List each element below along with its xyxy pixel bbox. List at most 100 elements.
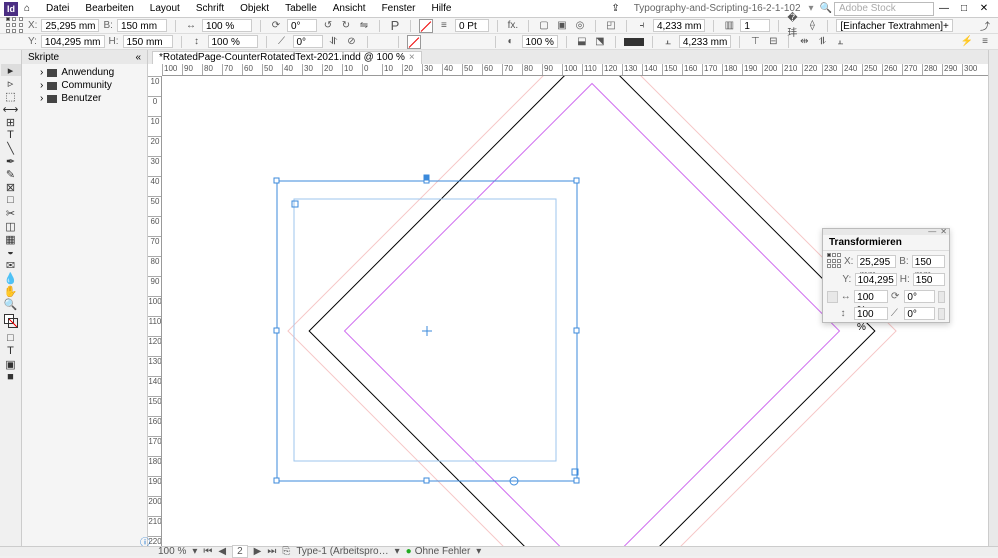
first-page-icon[interactable]: ⏮ xyxy=(203,546,212,557)
gradient-tool[interactable]: ▦ xyxy=(1,233,21,245)
menu-ansicht[interactable]: Ansicht xyxy=(325,3,374,14)
shear-input[interactable]: 0° xyxy=(293,35,323,48)
menu-schrift[interactable]: Schrift xyxy=(188,3,232,14)
h-input[interactable]: 150 mm xyxy=(123,35,173,48)
last-page-icon[interactable]: ⏭ xyxy=(267,546,276,557)
scale-x-input[interactable]: 100 % xyxy=(202,19,252,32)
panel-menu-icon[interactable]: ≡ xyxy=(978,35,992,49)
share-panel-icon[interactable]: ⤴ xyxy=(978,19,992,33)
col-gap-input[interactable]: 4,233 mm xyxy=(679,35,731,48)
hand-tool[interactable]: ✋ xyxy=(1,285,21,297)
menu-tabelle[interactable]: Tabelle xyxy=(277,3,325,14)
page-tool[interactable]: ⬚ xyxy=(1,90,21,102)
minimize-button[interactable]: — xyxy=(938,3,950,14)
tsx-input[interactable]: 100 % xyxy=(854,290,888,303)
w-input[interactable]: 150 mm xyxy=(117,19,167,32)
next-page-icon[interactable]: ▶ xyxy=(254,546,262,557)
zoom-level[interactable]: 100 % xyxy=(158,546,186,557)
right-panel-strip[interactable] xyxy=(988,50,998,546)
align-left-icon[interactable]: �玤 xyxy=(787,19,801,33)
direct-selection-tool[interactable]: ▹ xyxy=(1,77,21,89)
shear-stepper[interactable] xyxy=(938,308,945,320)
tw-input[interactable]: 150 mm xyxy=(912,255,945,268)
th-input[interactable]: 150 mm xyxy=(913,273,945,286)
wrap-jump-icon[interactable]: ⬓ xyxy=(575,35,589,49)
panel-minimize-icon[interactable]: — xyxy=(928,229,936,235)
wrap-nextcol-icon[interactable]: ⬔ xyxy=(593,35,607,49)
line-tool[interactable]: ╲ xyxy=(1,142,21,154)
type-tool[interactable]: T xyxy=(1,129,21,141)
flip-v-icon[interactable]: ⥯ xyxy=(327,35,341,49)
preflight-chevron-icon[interactable]: ▾ xyxy=(395,546,400,557)
stroke-weight-input[interactable]: 0 Pt xyxy=(455,19,489,32)
workspace-chevron-icon[interactable]: ▾ xyxy=(809,3,814,14)
format-container-icon[interactable]: T xyxy=(1,345,21,357)
dist-h-icon[interactable]: ⇹ xyxy=(797,35,811,49)
note-tool[interactable]: ✉ xyxy=(1,259,21,271)
menu-datei[interactable]: Datei xyxy=(38,3,77,14)
gutter-input[interactable]: 4,233 mm xyxy=(653,19,705,32)
zoom-tool[interactable]: 🔍 xyxy=(1,298,21,310)
rotate-input[interactable]: 0° xyxy=(287,19,317,32)
constrain-scale-icon[interactable] xyxy=(827,291,838,303)
prev-page-icon[interactable]: ◀ xyxy=(218,546,226,557)
workspace-name[interactable]: Typography-and-Scripting-16-2-1-102 xyxy=(626,3,809,14)
selection-tool[interactable]: ▸ xyxy=(1,64,21,76)
normal-view-icon[interactable]: ▣ xyxy=(1,358,21,370)
page-number-input[interactable]: 2 xyxy=(232,545,248,558)
menu-hilfe[interactable]: Hilfe xyxy=(423,3,459,14)
script-folder-anwendung[interactable]: ›Anwendung xyxy=(22,66,147,79)
fill-swatch[interactable] xyxy=(419,19,433,33)
preflight-profile[interactable]: Type-1 (Arbeitspro… xyxy=(296,546,388,557)
flip-h-icon[interactable]: ⇋ xyxy=(357,19,371,33)
tx-input[interactable]: 25,295 mm xyxy=(857,255,897,268)
corner-icon[interactable]: ◰ xyxy=(604,19,618,33)
scissors-tool[interactable]: ✂ xyxy=(1,207,21,219)
open-icon[interactable]: ⎘ xyxy=(282,546,290,557)
preflight-status[interactable]: Ohne Fehler xyxy=(406,546,471,557)
rectangle-frame-tool[interactable]: ⊠ xyxy=(1,181,21,193)
valign-top-icon[interactable]: ⊤ xyxy=(748,35,762,49)
script-folder-benutzer[interactable]: ›Benutzer xyxy=(22,92,147,105)
close-tab-icon[interactable]: × xyxy=(409,52,415,63)
script-folder-community[interactable]: ›Community xyxy=(22,79,147,92)
tshear-input[interactable]: 0° xyxy=(904,307,934,320)
rotate-cw-icon[interactable]: ↻ xyxy=(339,19,353,33)
wrap-bbox-icon[interactable]: ▣ xyxy=(555,19,569,33)
align-center-icon[interactable]: ⟠ xyxy=(805,19,819,33)
x-input[interactable]: 25,295 mm xyxy=(41,19,99,32)
wrap-none-icon[interactable]: ▢ xyxy=(537,19,551,33)
eyedropper-tool[interactable]: 💧 xyxy=(1,272,21,284)
ty-input[interactable]: 104,295 mm xyxy=(855,273,897,286)
preview-icon[interactable]: ■ xyxy=(1,371,21,383)
apply-color-icon[interactable]: □ xyxy=(1,332,21,344)
home-icon[interactable]: ⌂ xyxy=(24,3,30,14)
menu-objekt[interactable]: Objekt xyxy=(232,3,277,14)
maximize-button[interactable]: □ xyxy=(958,3,970,14)
gradient-feather-tool[interactable]: ◒ xyxy=(1,246,21,258)
content-collector-tool[interactable]: ⊞ xyxy=(1,116,21,128)
rectangle-tool[interactable]: □ xyxy=(1,194,21,206)
pencil-tool[interactable]: ✎ xyxy=(1,168,21,180)
scale-y-input[interactable]: 100 % xyxy=(208,35,258,48)
quick-apply-icon[interactable]: ⚡ xyxy=(960,35,974,49)
reference-point[interactable] xyxy=(6,17,24,35)
y-input[interactable]: 104,295 mm xyxy=(41,35,105,48)
wrap-shape-icon[interactable]: ◎ xyxy=(573,19,587,33)
transform-panel[interactable]: —✕ Transformieren X:25,295 mm B:150 mm Y… xyxy=(822,228,950,323)
share-icon[interactable]: ⇪ xyxy=(611,3,619,14)
menu-layout[interactable]: Layout xyxy=(142,3,188,14)
opacity-input[interactable]: 100 % xyxy=(522,35,558,48)
clear-transform-icon[interactable]: ⊘ xyxy=(345,35,359,49)
pen-tool[interactable]: ✒ xyxy=(1,155,21,167)
close-button[interactable]: ✕ xyxy=(978,3,990,14)
errors-chevron-icon[interactable]: ▾ xyxy=(476,546,481,557)
align-top-icon[interactable]: ⫠ xyxy=(833,35,847,49)
rotate-ccw-icon[interactable]: ↺ xyxy=(321,19,335,33)
fill-stroke-swatch[interactable] xyxy=(4,314,18,328)
horizontal-ruler[interactable]: 1009080706050403020100102030405060708090… xyxy=(162,64,998,76)
free-transform-tool[interactable]: ◫ xyxy=(1,220,21,232)
scripts-panel-collapse-icon[interactable]: « xyxy=(135,52,141,63)
tsy-input[interactable]: 100 % xyxy=(854,307,888,320)
columns-input[interactable]: 1 xyxy=(740,19,770,32)
